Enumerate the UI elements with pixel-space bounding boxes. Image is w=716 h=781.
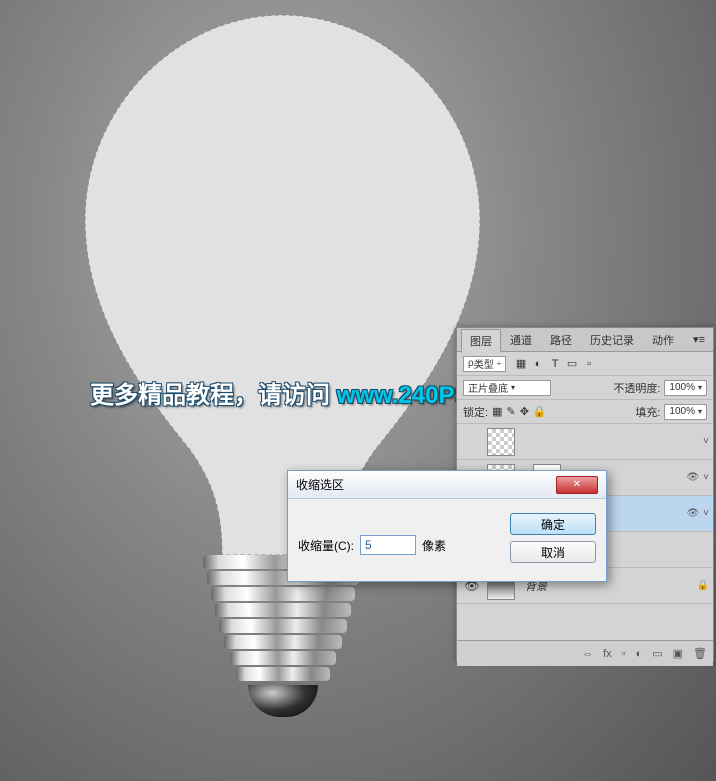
opacity-label: 不透明度: bbox=[613, 380, 660, 396]
chevron-down-icon[interactable]: ˅ bbox=[703, 508, 709, 519]
filter-kind-dropdown[interactable]: ρ类型÷ bbox=[463, 356, 506, 372]
fill-label: 填充: bbox=[635, 404, 660, 420]
eye-icon[interactable]: 👁 bbox=[686, 508, 699, 519]
lock-transparent-icon[interactable]: ▦ bbox=[492, 405, 502, 418]
panel-footer: ⇔ fx ▫ ◐ ▭ ▣ 🗑 bbox=[457, 640, 713, 666]
lock-all-icon[interactable]: 🔒 bbox=[533, 405, 547, 418]
tab-channels[interactable]: 通道 bbox=[501, 328, 541, 352]
blend-mode-dropdown[interactable]: 正片叠底▾ bbox=[463, 380, 551, 396]
group-icon[interactable]: ▭ bbox=[652, 647, 662, 660]
filter-adjust-icon[interactable]: ◐ bbox=[531, 357, 545, 371]
lightbulb-artwork bbox=[75, 10, 490, 730]
contract-selection-dialog: 收缩选区 ✕ 收缩量(C): 像素 确定 取消 bbox=[287, 470, 607, 582]
panel-menu-icon[interactable]: ▾≡ bbox=[689, 333, 709, 346]
contract-by-label: 收缩量(C): bbox=[298, 537, 354, 554]
cancel-button[interactable]: 取消 bbox=[510, 541, 596, 563]
panel-tabs: 图层 通道 路径 历史记录 动作 ▾≡ bbox=[457, 328, 713, 352]
filter-pixel-icon[interactable]: ▦ bbox=[514, 357, 528, 371]
layer-thumb[interactable] bbox=[487, 428, 515, 456]
bulb-screw-base bbox=[203, 555, 363, 740]
watermark-cn: 更多精品教程，请访问 bbox=[90, 382, 337, 409]
filter-shape-icon[interactable]: ▭ bbox=[565, 357, 579, 371]
lock-icon: 🔒 bbox=[697, 580, 709, 591]
opacity-input[interactable]: 100%▾ bbox=[664, 380, 707, 396]
blend-row: 正片叠底▾ 不透明度: 100%▾ bbox=[457, 376, 713, 400]
link-layers-icon[interactable]: ⇔ bbox=[582, 648, 593, 660]
fx-icon[interactable]: fx bbox=[603, 648, 612, 660]
dialog-titlebar[interactable]: 收缩选区 ✕ bbox=[288, 471, 606, 499]
eye-icon[interactable]: 👁 bbox=[686, 472, 699, 483]
tab-paths[interactable]: 路径 bbox=[541, 328, 581, 352]
new-layer-icon[interactable]: ▣ bbox=[673, 647, 683, 660]
filter-smart-icon[interactable]: ▫ bbox=[582, 357, 596, 371]
contract-amount-input[interactable] bbox=[360, 535, 416, 555]
fill-input[interactable]: 100%▾ bbox=[664, 404, 707, 420]
dialog-title: 收缩选区 bbox=[296, 476, 344, 493]
close-button[interactable]: ✕ bbox=[556, 476, 598, 494]
filter-type-icon[interactable]: T bbox=[548, 357, 562, 371]
filter-row: ρ类型÷ ▦ ◐ T ▭ ▫ bbox=[457, 352, 713, 376]
unit-label: 像素 bbox=[422, 537, 446, 554]
mask-icon[interactable]: ▫ bbox=[622, 648, 626, 660]
layer-row[interactable]: ˅ bbox=[457, 424, 713, 460]
ok-button[interactable]: 确定 bbox=[510, 513, 596, 535]
chevron-down-icon[interactable]: ˅ bbox=[703, 436, 709, 447]
tab-layers[interactable]: 图层 bbox=[461, 329, 501, 353]
lock-row: 锁定: ▦ ✎ ✥ 🔒 填充: 100%▾ bbox=[457, 400, 713, 424]
tab-history[interactable]: 历史记录 bbox=[581, 328, 643, 352]
lock-move-icon[interactable]: ✥ bbox=[520, 405, 529, 418]
lock-paint-icon[interactable]: ✎ bbox=[506, 405, 515, 418]
lock-label: 锁定: bbox=[463, 404, 488, 420]
trash-icon[interactable]: 🗑 bbox=[693, 647, 707, 660]
adjustment-icon[interactable]: ◐ bbox=[636, 648, 643, 660]
tab-actions[interactable]: 动作 bbox=[643, 328, 683, 352]
chevron-down-icon[interactable]: ˅ bbox=[703, 472, 709, 483]
